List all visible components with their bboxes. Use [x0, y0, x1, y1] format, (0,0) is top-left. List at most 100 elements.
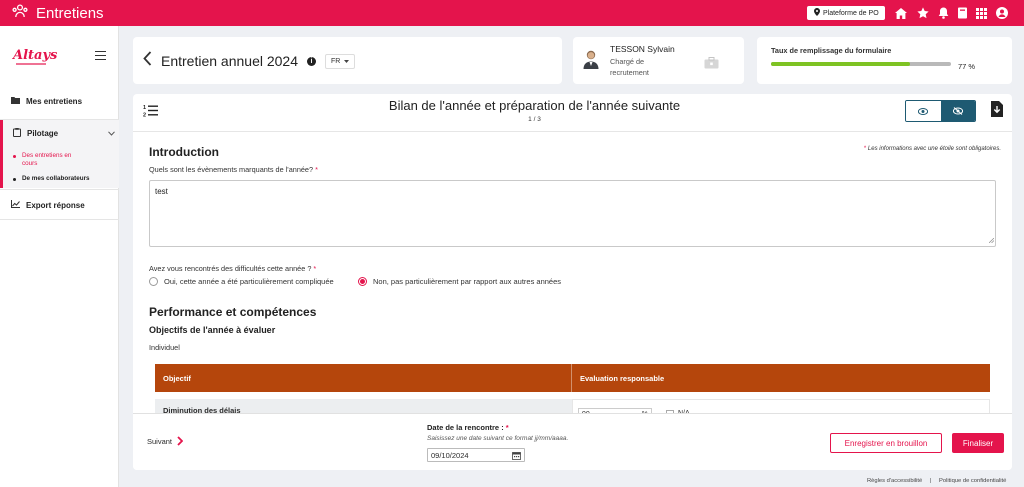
chevron-down-icon[interactable] [108, 129, 115, 138]
person-card: TESSON Sylvain Chargé de recrutement [573, 37, 744, 84]
bell-icon[interactable] [937, 7, 949, 19]
radio-option-non[interactable]: Non, pas particulièrement par rapport au… [358, 277, 561, 286]
date-hint: Saisissez une date suivant ce format jj/… [427, 435, 569, 442]
objectives-title: Objectifs de l'année à évaluer [149, 325, 276, 335]
column-header: Evaluation responsable [580, 373, 665, 383]
date-label-text: Date de la rencontre : [427, 423, 504, 432]
sidebar-subitem-label: De mes collaborateurs [22, 175, 90, 182]
legal-separator: | [930, 478, 932, 484]
sidebar-item-label: Pilotage [27, 129, 59, 138]
avatar [582, 49, 600, 74]
platform-label: Plateforme de PO [823, 9, 879, 17]
next-button[interactable]: Suivant [147, 436, 184, 446]
sidebar-item-export[interactable]: Export réponse [0, 200, 119, 210]
required-star: * [505, 423, 509, 432]
star-icon[interactable] [917, 7, 929, 19]
next-label: Suivant [147, 436, 173, 446]
sidebar-subitem-collaborateurs[interactable]: De mes collaborateurs [13, 175, 90, 183]
clipboard-icon [13, 128, 21, 139]
individual-label: Individuel [149, 343, 180, 352]
info-icon[interactable]: i [307, 56, 316, 66]
page-title: Entretien annuel 2024 [161, 53, 298, 69]
interview-title-card: Entretien annuel 2024 i FR [133, 37, 562, 84]
sidebar-item-pilotage[interactable]: Pilotage [0, 128, 119, 139]
person-role: Chargé de recrutement [610, 57, 649, 77]
folder-icon [11, 96, 20, 106]
language-value: FR [331, 57, 341, 65]
date-label: Date de la rencontre : * [427, 423, 509, 432]
divider [133, 131, 1012, 132]
app-title: Entretiens [36, 4, 104, 22]
date-value: 09/10/2024 [431, 450, 469, 460]
finalize-button[interactable]: Finaliser [952, 433, 1004, 453]
brand[interactable]: Entretiens [0, 3, 104, 24]
divider [0, 189, 119, 190]
radio-option-oui[interactable]: Oui, cette année a été particulièrement … [149, 277, 334, 286]
menu-toggle-icon[interactable] [95, 51, 106, 60]
required-note-text: Les informations avec une étoile sont ob… [867, 146, 1001, 152]
sidebar-subitem-en-cours[interactable]: Des entretiens en cours [13, 152, 83, 168]
sidebar-item-label: Mes entretiens [26, 96, 83, 106]
language-select[interactable]: FR [325, 53, 356, 69]
interview-users-icon [12, 3, 28, 24]
chevron-right-icon [177, 436, 184, 446]
bullet-dot [13, 177, 16, 181]
resize-handle-icon[interactable] [988, 236, 995, 245]
book-icon[interactable] [956, 7, 968, 19]
progress-bar [771, 62, 951, 66]
form-footer: Suivant Date de la rencontre : * Saisiss… [133, 413, 1012, 470]
section-performance: Performance et compétences [149, 305, 317, 319]
sidebar: Altays Mes entretiens Pilotage Des entre… [0, 26, 119, 487]
required-star: * [863, 146, 866, 152]
required-star: * [315, 165, 318, 174]
textarea-value: test [155, 187, 168, 196]
required-star: * [313, 264, 317, 273]
view-toggle [905, 100, 976, 122]
accessibility-link[interactable]: Règles d'accessibilité [867, 478, 922, 484]
hide-mode-button[interactable] [940, 101, 975, 121]
view-mode-button[interactable] [906, 101, 941, 121]
radio-button-selected[interactable] [358, 277, 367, 286]
form-title: Bilan de l'année et préparation de l'ann… [388, 98, 681, 113]
home-icon[interactable] [895, 7, 907, 19]
section-introduction: Introduction [149, 145, 219, 159]
sidebar-subitem-label: Des entretiens en cours [22, 152, 72, 167]
save-draft-button[interactable]: Enregistrer en brouillon [830, 433, 942, 453]
briefcase-icon [704, 56, 719, 74]
platform-button[interactable]: Plateforme de PO [807, 6, 885, 20]
required-note: * Les informations avec une étoile sont … [864, 146, 1001, 152]
apps-grid-icon[interactable] [975, 7, 987, 19]
download-doc-icon[interactable] [991, 101, 1003, 122]
radio-button[interactable] [149, 277, 158, 286]
question-label: Avez vous rencontrés des difficultés cet… [149, 264, 316, 273]
radio-label: Non, pas particulièrement par rapport au… [373, 277, 562, 286]
objectives-table-header: Objectif Evaluation responsable [155, 364, 990, 392]
question-label: Quels sont les évènements marquants de l… [149, 165, 318, 174]
back-chevron-icon[interactable] [143, 51, 152, 71]
map-pin-icon [814, 8, 820, 18]
eye-off-icon [952, 107, 963, 115]
form-card: 1 2 Bilan de l'année et préparation de l… [133, 94, 1012, 470]
privacy-link[interactable]: Politique de confidentialité [939, 478, 1006, 484]
calendar-icon[interactable] [512, 451, 521, 462]
sidebar-item-mes-entretiens[interactable]: Mes entretiens [0, 96, 119, 106]
events-textarea[interactable]: test [149, 180, 996, 247]
column-header: Objectif [155, 364, 572, 392]
eye-icon [918, 107, 929, 115]
logo-underline [16, 63, 46, 65]
user-account-icon[interactable] [996, 7, 1008, 19]
progress-fill [771, 62, 910, 66]
company-logo: Altays [13, 48, 58, 63]
sidebar-item-label: Export réponse [26, 200, 85, 210]
progress-label: Taux de remplissage du formulaire [771, 46, 892, 55]
question-text: Avez vous rencontrés des difficultés cet… [149, 264, 312, 273]
progress-value: 77 % [958, 62, 976, 71]
bullet-dot [13, 154, 16, 158]
meeting-date-input[interactable]: 09/10/2024 [427, 448, 525, 462]
top-bar: Entretiens Plateforme de PO [0, 0, 1024, 26]
progress-card: Taux de remplissage du formulaire 77 % [757, 37, 1012, 84]
radio-label: Oui, cette année a été particulièrement … [164, 277, 334, 286]
caret-down-icon [344, 59, 350, 63]
divider [0, 219, 119, 220]
chart-line-icon [11, 200, 20, 210]
